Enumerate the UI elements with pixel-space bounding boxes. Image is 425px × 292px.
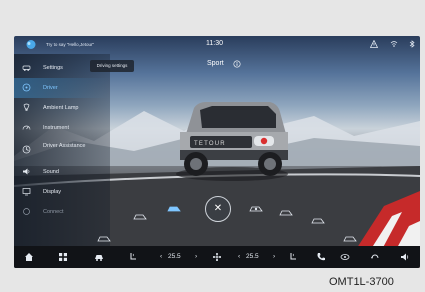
sidebar-item-label: Settings [43, 65, 63, 71]
sidebar-item-label: Driver Assistance [43, 143, 86, 149]
right-temperature: 25.5 [246, 253, 259, 260]
gauge-icon [22, 125, 31, 130]
settings-sidebar: Settings Driver Ambient Lamp Instrument … [14, 54, 110, 246]
svg-text:TETOUR: TETOUR [194, 141, 226, 147]
right-temp-down[interactable]: ‹ [238, 253, 240, 260]
voice-hint-text: Try to say "Hello,Jetour" [46, 42, 95, 47]
sidebar-item-display[interactable]: Display [14, 182, 110, 202]
eco-mode-icon[interactable] [132, 212, 148, 222]
home-icon[interactable] [24, 252, 34, 262]
left-temperature: 25.5 [168, 253, 181, 260]
sidebar-item-instrument[interactable]: Instrument [14, 118, 110, 138]
car-settings-icon [22, 65, 31, 71]
sidebar-item-label: Instrument [43, 125, 69, 131]
sidebar-item-label: Driver [43, 85, 58, 91]
sidebar-item-label: Sound [43, 169, 59, 175]
seat-heat-right-icon[interactable] [288, 252, 298, 262]
speaker-icon [23, 168, 30, 175]
bluetooth-icon [409, 40, 415, 48]
sidebar-item-ambient-lamp[interactable]: Ambient Lamp [14, 98, 110, 118]
infotainment-screen: Try to say "Hello,Jetour" 11:30 Settings… [14, 36, 420, 268]
wifi-icon [390, 41, 398, 47]
volume-icon[interactable] [400, 252, 410, 262]
vehicle-image: TETOUR [176, 102, 288, 181]
sidebar-item-label: Ambient Lamp [43, 105, 79, 111]
info-icon[interactable] [233, 60, 241, 68]
snow-mode-icon[interactable] [248, 204, 264, 214]
voice-assistant-icon[interactable] [24, 39, 38, 50]
right-temp-up[interactable]: › [273, 253, 275, 260]
mud-mode-icon[interactable] [278, 208, 294, 218]
drive-mode-selector-button[interactable]: ✕ [205, 196, 231, 222]
left-temp-up[interactable]: › [195, 253, 197, 260]
steering-wheel-icon [22, 83, 31, 92]
phone-icon[interactable] [316, 252, 326, 262]
sidebar-item-driver-assistance[interactable]: Driver Assistance [14, 140, 110, 160]
display-icon [22, 188, 31, 196]
sidebar-item-driver[interactable]: Driver [14, 78, 110, 98]
drive-mode-label: Sport [207, 60, 224, 67]
warning-icon [370, 40, 378, 48]
seat-heat-left-icon[interactable] [128, 252, 138, 262]
sand-mode-icon[interactable] [310, 216, 326, 226]
left-temp-down[interactable]: ‹ [160, 253, 162, 260]
figure-code-caption: OMT1L-3700 [329, 276, 394, 288]
connect-icon [23, 208, 30, 215]
sidebar-item-label: Connect [43, 209, 64, 215]
camera-360-icon[interactable] [340, 252, 350, 262]
assist-icon [22, 145, 31, 154]
status-bar: Try to say "Hello,Jetour" 11:30 [14, 36, 420, 54]
vehicle-icon[interactable] [94, 252, 104, 262]
bottom-dock: ‹ 25.5 › ‹ 25.5 › [14, 246, 420, 268]
sidebar-item-sound[interactable]: Sound [14, 162, 110, 182]
recycle-air-icon[interactable] [370, 252, 380, 262]
sport-mode-icon[interactable] [166, 204, 182, 214]
rock-mode-icon[interactable] [342, 234, 358, 244]
clock: 11:30 [206, 40, 223, 47]
sidebar-item-connect[interactable]: Connect [14, 202, 110, 222]
apps-grid-icon[interactable] [58, 252, 68, 262]
offroad-mode-icon[interactable] [96, 234, 112, 244]
driving-settings-tooltip: Driving settings [90, 60, 134, 72]
sidebar-item-label: Display [43, 189, 62, 195]
climate-fan-icon[interactable] [212, 252, 222, 262]
lamp-icon [23, 103, 30, 111]
